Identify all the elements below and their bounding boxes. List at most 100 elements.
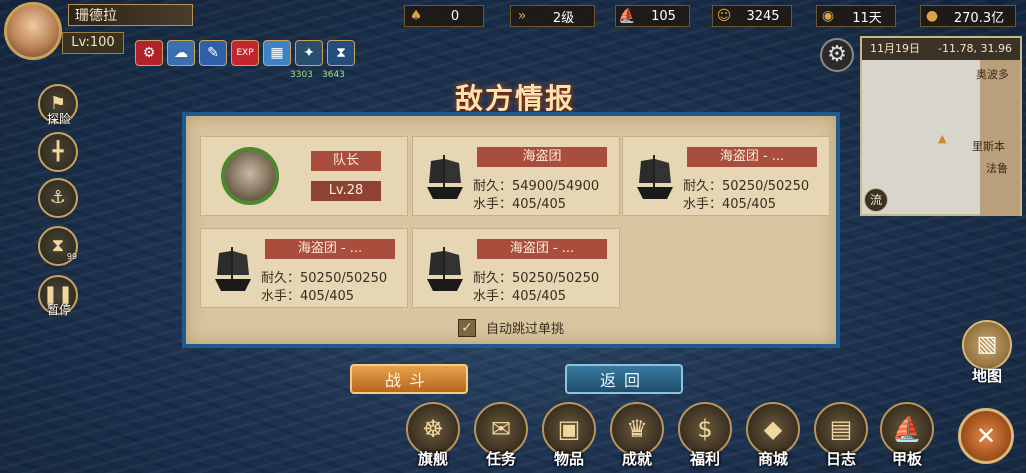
menu-label-items[interactable]: 物品 bbox=[542, 448, 596, 469]
map-scroll-icon[interactable]: ▧ bbox=[962, 320, 1012, 370]
map-buff-icon[interactable]: ✦ bbox=[295, 40, 323, 66]
resource-value: 11天 bbox=[852, 10, 882, 26]
minimap-header: 11月19日 -11.78, 31.96 bbox=[862, 38, 1020, 60]
menu-label-shop[interactable]: 商城 bbox=[746, 448, 800, 469]
menu-label-journal[interactable]: 日志 bbox=[814, 448, 868, 469]
menu-label-deck[interactable]: 甲板 bbox=[880, 448, 934, 469]
fleet-name: 海盗团 - ... bbox=[477, 239, 607, 259]
crew-label: 水手： bbox=[683, 197, 723, 212]
durability-value: 50250/50250 bbox=[300, 271, 388, 286]
settings-gear-icon[interactable]: ⚙ bbox=[820, 38, 854, 72]
current-flow-button[interactable]: 流 bbox=[864, 188, 888, 212]
resource-rank: » 2级 bbox=[510, 5, 595, 27]
resource-crew: ☺ 3245 bbox=[712, 5, 792, 27]
crew-value: 405/405 bbox=[300, 289, 355, 304]
resource-gold: ● 270.3亿 bbox=[920, 5, 1016, 27]
resource-value: 105 bbox=[651, 8, 676, 24]
crew-value: 405/405 bbox=[512, 197, 567, 212]
boot-icon: ♠ bbox=[409, 8, 423, 24]
fleet-crew: 水手：405/405 bbox=[261, 285, 354, 304]
crew-label: 水手： bbox=[473, 197, 513, 212]
fleet-name: 海盗团 - ... bbox=[687, 147, 817, 167]
place-label: 奥波多 bbox=[976, 68, 1009, 81]
fleet-name: 海盗团 - ... bbox=[265, 239, 395, 259]
chart-buff-icon[interactable]: ▦ bbox=[263, 40, 291, 66]
minimap-date: 11月19日 bbox=[870, 42, 920, 55]
hourglass-buff-icon[interactable]: ⧗ bbox=[327, 40, 355, 66]
leader-badge: 队长 bbox=[311, 151, 381, 171]
resource-value: 3245 bbox=[746, 8, 780, 24]
checkbox-checked-icon[interactable]: ✓ bbox=[458, 318, 476, 337]
fleet-durability: 耐久：50250/50250 bbox=[261, 267, 387, 286]
buff-bar: ⚙ ☁ ✎ EXP ▦ ✦ ⧗ bbox=[135, 40, 355, 70]
anchor-icon[interactable]: ⚓ bbox=[38, 178, 78, 218]
pirate-ship-icon bbox=[215, 247, 251, 291]
exp-buff-icon[interactable]: EXP bbox=[231, 40, 259, 66]
enemy-fleet-card: 海盗团 耐久：54900/54900 水手：405/405 bbox=[412, 136, 620, 216]
resource-value: 270.3亿 bbox=[953, 10, 1005, 26]
resource-energy: ♠ 0 bbox=[404, 5, 484, 27]
enemy-fleet-card: 海盗团 - ... 耐久：50250/50250 水手：405/405 bbox=[200, 228, 408, 308]
buff-count-2: 3643 bbox=[322, 70, 345, 80]
minimap-coords: -11.78, 31.96 bbox=[938, 42, 1012, 55]
enemy-intel-panel: 队长 Lv.28 海盗团 耐久：54900/54900 水手：405/405 海盗团 … bbox=[182, 112, 840, 348]
fleet-crew: 水手：405/405 bbox=[473, 285, 566, 304]
side-menu-label-pause: 暂停 bbox=[46, 303, 71, 317]
durability-label: 耐久： bbox=[683, 179, 723, 194]
fight-button[interactable]: 战斗 bbox=[350, 364, 468, 394]
fleet-durability: 耐久：50250/50250 bbox=[683, 175, 809, 194]
resource-value: 2级 bbox=[552, 10, 575, 26]
auto-skip-label: 自动跳过单挑 bbox=[486, 322, 565, 337]
cloud-buff-icon[interactable]: ☁ bbox=[167, 40, 195, 66]
hourglass-count-badge: 99 bbox=[66, 252, 78, 261]
player-name: 珊德拉 bbox=[68, 4, 193, 26]
crew-label: 水手： bbox=[473, 289, 513, 304]
sailor-icon: ☺ bbox=[716, 8, 732, 24]
player-ship-marker-icon: ▲ bbox=[938, 132, 947, 145]
menu-label-welfare[interactable]: 福利 bbox=[678, 448, 732, 469]
map-label: 地图 bbox=[971, 367, 1002, 385]
fleet-durability: 耐久：54900/54900 bbox=[473, 175, 599, 194]
fleet-name: 海盗团 bbox=[477, 147, 607, 167]
enemy-fleet-card: 海盗团 - ... 耐久：50250/50250 水手：405/405 bbox=[622, 136, 830, 216]
resource-food: ◉ 11天 bbox=[816, 5, 896, 27]
pirate-ship-icon bbox=[427, 247, 463, 291]
durability-value: 54900/54900 bbox=[512, 179, 600, 194]
ship-icon: ⛵ bbox=[618, 8, 636, 24]
menu-label-flagship[interactable]: 旗舰 bbox=[406, 448, 460, 469]
leader-level: Lv.28 bbox=[311, 181, 381, 201]
feather-buff-icon[interactable]: ✎ bbox=[199, 40, 227, 66]
crew-value: 405/405 bbox=[512, 289, 567, 304]
player-avatar[interactable] bbox=[4, 2, 62, 60]
leader-portrait bbox=[221, 147, 279, 205]
resource-value: 0 bbox=[450, 8, 460, 24]
buff-count-1: 3303 bbox=[290, 70, 313, 80]
pirate-ship-icon bbox=[637, 155, 673, 199]
bread-icon: ◉ bbox=[821, 8, 835, 24]
menu-label-achievements[interactable]: 成就 bbox=[610, 448, 664, 469]
place-label: 里斯本 bbox=[972, 140, 1005, 153]
cross-icon[interactable]: ╋ bbox=[38, 132, 78, 172]
fleet-crew: 水手：405/405 bbox=[473, 193, 566, 212]
coin-icon: ● bbox=[925, 8, 939, 24]
durability-value: 50250/50250 bbox=[722, 179, 810, 194]
enemy-fleet-card: 海盗团 - ... 耐久：50250/50250 水手：405/405 bbox=[412, 228, 620, 308]
rank-arrows-icon: » bbox=[517, 8, 527, 24]
side-menu-label-explore: 探险 bbox=[46, 112, 71, 126]
back-button[interactable]: 返回 bbox=[565, 364, 683, 394]
crew-label: 水手： bbox=[261, 289, 301, 304]
durability-value: 50250/50250 bbox=[512, 271, 600, 286]
menu-label-quest[interactable]: 任务 bbox=[474, 448, 528, 469]
minimap[interactable]: 11月19日 -11.78, 31.96 奥波多 里斯本 法鲁 ▲ 流 bbox=[860, 36, 1022, 216]
leader-card: 队长 Lv.28 bbox=[200, 136, 408, 216]
fleet-crew: 水手：405/405 bbox=[683, 193, 776, 212]
durability-label: 耐久： bbox=[473, 179, 513, 194]
pirate-ship-icon bbox=[427, 155, 463, 199]
player-level: Lv:100 bbox=[62, 32, 124, 54]
durability-label: 耐久： bbox=[261, 271, 301, 286]
resource-ship: ⛵ 105 bbox=[615, 5, 690, 27]
gear-buff-icon[interactable]: ⚙ bbox=[135, 40, 163, 66]
auto-skip-option[interactable]: ✓ 自动跳过单挑 bbox=[458, 318, 564, 337]
durability-label: 耐久： bbox=[473, 271, 513, 286]
close-icon[interactable]: ✕ bbox=[958, 408, 1014, 464]
